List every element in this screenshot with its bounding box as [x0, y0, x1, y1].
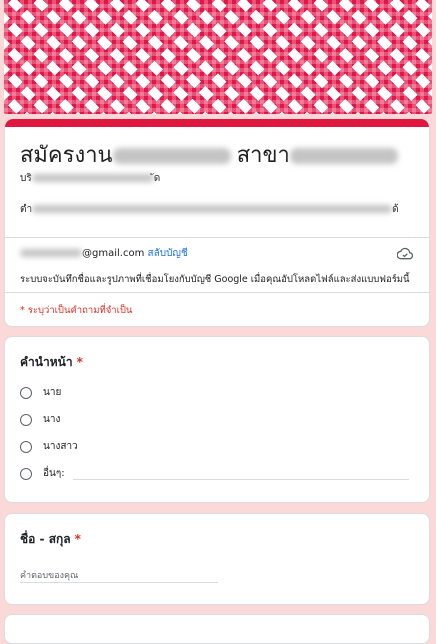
required-star: * [76, 355, 83, 369]
radio-option-mrs[interactable]: นาง [20, 412, 60, 427]
option-label: นาย [43, 387, 62, 398]
question-title-text: ชื่อ - สกุล [20, 532, 71, 546]
radio-option-miss[interactable]: นางสาว [20, 439, 78, 454]
description-line: ตำ ด้ [20, 202, 399, 217]
radio-circle[interactable] [20, 467, 32, 480]
question-title: คำนำหน้า * [20, 353, 83, 372]
question-card-next [4, 614, 430, 644]
other-text-input[interactable] [73, 479, 409, 480]
divider [5, 292, 429, 293]
cloud-icon [397, 247, 413, 260]
radio-option-other[interactable]: อื่นๆ: [20, 466, 65, 481]
accent-bar [5, 119, 429, 127]
radio-circle[interactable] [20, 386, 32, 399]
form-title-branch: สาขา [236, 142, 290, 167]
company-line: บริัด [20, 171, 160, 186]
redacted-text [289, 148, 398, 165]
option-label: นาง [43, 414, 61, 425]
radio-option-mr[interactable]: นาย [20, 385, 61, 400]
company-prefix: บริ [20, 173, 32, 184]
question-title: ชื่อ - สกุล * [20, 530, 81, 549]
radio-circle[interactable] [20, 440, 32, 453]
redacted-email [20, 249, 82, 257]
redacted-text [31, 174, 154, 182]
answer-input[interactable]: คำตอบของคุณ [20, 568, 78, 582]
account-line: @gmail.com สลับบัญชี [20, 246, 188, 261]
company-suffix: ัด [153, 173, 161, 184]
question-card-title: คำนำหน้า * นาย นาง นางสาว อื่นๆ: [4, 336, 430, 503]
redacted-text [112, 148, 231, 165]
option-label: อื่นๆ: [43, 468, 65, 479]
required-note: * ระบุว่าเป็นคำถามที่จำเป็น [20, 305, 133, 316]
option-label: นางสาว [43, 441, 78, 452]
account-notice: ระบบจะบันทึกชื่อและรูปภาพที่เชื่อมโยงกับ… [20, 274, 410, 285]
switch-account-link[interactable]: สลับบัญชี [148, 248, 188, 259]
form-title-prefix: สมัครงาน [20, 142, 113, 167]
form-header-card: สมัครงาน สาขา บริัด ตำ ด้ @gmail.com สลับ… [4, 119, 430, 327]
required-star: * [74, 532, 81, 546]
description-prefix: ตำ [20, 204, 33, 215]
account-email: @gmail.com [82, 248, 145, 259]
radio-circle[interactable] [20, 413, 32, 426]
form-title: สมัครงาน สาขา [20, 137, 398, 172]
redacted-text [32, 205, 393, 213]
divider [5, 237, 429, 238]
question-title-text: คำนำหน้า [20, 355, 73, 369]
question-card-name: ชื่อ - สกุล * คำตอบของคุณ [4, 513, 430, 605]
description-suffix: ด้ [392, 204, 399, 215]
header-banner-image [4, 0, 432, 114]
answer-underline [20, 582, 218, 583]
